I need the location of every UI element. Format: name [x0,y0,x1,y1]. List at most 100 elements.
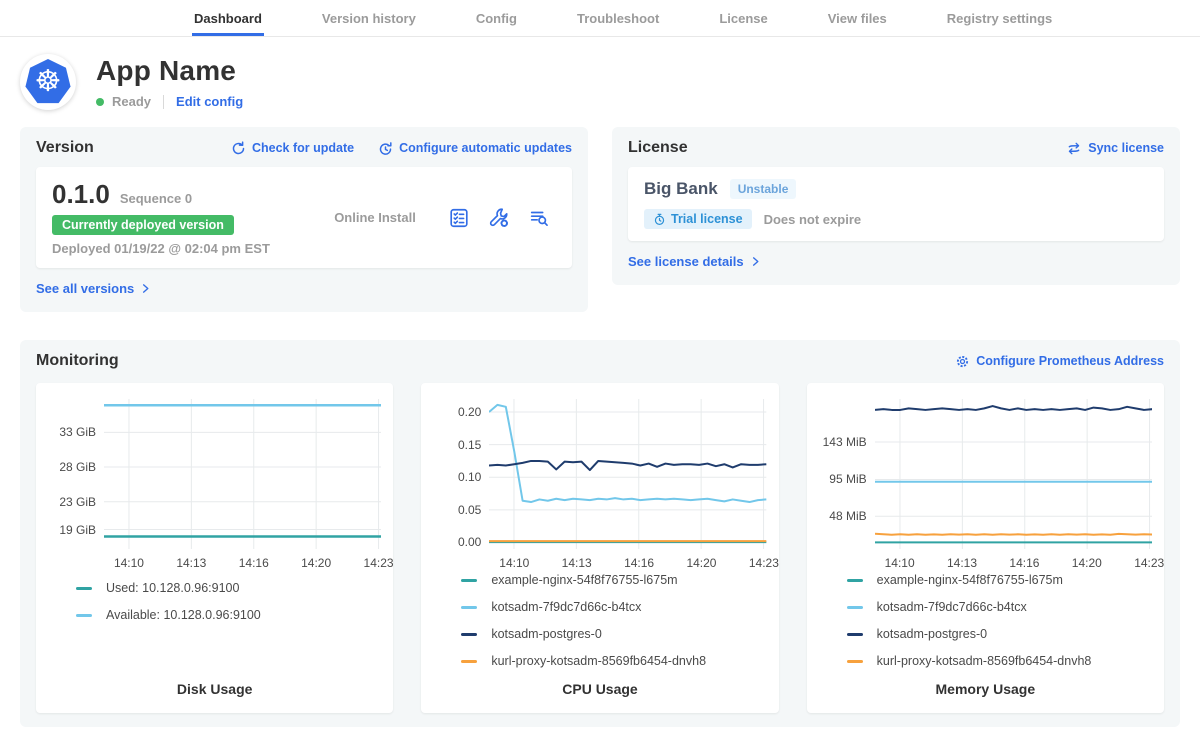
check-for-update-link[interactable]: Check for update [231,141,354,156]
chart-title: CPU Usage [433,681,766,699]
legend-label: example-nginx-54f8f76755-l675m [877,573,1063,587]
customer-name: Big Bank [644,179,718,199]
stopwatch-icon [653,213,666,226]
series-line [489,405,766,502]
x-tick-label: 14:16 [1009,556,1039,570]
legend-item: kotsadm-postgres-0 [847,627,1152,641]
y-tick-label: 0.05 [458,503,481,517]
tab-registry-settings[interactable]: Registry settings [945,0,1054,36]
y-tick-label: 95 MiB [829,472,866,486]
disk-usage-chart-card: 33 GiB28 GiB23 GiB19 GiB 14:1014:1314:16… [36,383,393,713]
y-tick-label: 0.20 [458,405,481,419]
y-tick-label: 143 MiB [823,435,867,449]
sync-license-link[interactable]: Sync license [1066,141,1164,156]
divider [163,95,164,109]
x-tick-label: 14:10 [114,556,144,570]
legend-item: kotsadm-7f9dc7d66c-b4tcx [847,600,1152,614]
kubernetes-icon: ☸ [25,59,71,105]
legend-label: kotsadm-postgres-0 [877,627,987,641]
legend-item: kurl-proxy-kotsadm-8569fb6454-dnvh8 [847,654,1152,668]
sync-icon [1066,141,1082,156]
x-tick-label: 14:20 [301,556,331,570]
refresh-icon [231,141,246,156]
edit-config-link[interactable]: Edit config [176,94,243,109]
see-license-details-link[interactable]: See license details [628,254,761,269]
x-tick-label: 14:13 [176,556,206,570]
memory-usage-chart-card: 143 MiB95 MiB48 MiB 14:1014:1314:1614:20… [807,383,1164,713]
status-text: Ready [112,94,151,109]
legend-item: Available: 10.128.0.96:9100 [76,608,381,622]
legend-dash-icon [76,587,92,590]
tab-troubleshoot[interactable]: Troubleshoot [575,0,661,36]
chart-plot[interactable] [104,399,381,549]
legend-dash-icon [847,633,863,636]
deployed-badge: Currently deployed version [52,215,234,235]
install-type-label: Online Install [302,210,448,225]
y-tick-label: 0.15 [458,438,481,452]
configure-automatic-updates-link[interactable]: Configure automatic updates [378,141,572,156]
tab-version-history[interactable]: Version history [320,0,418,36]
x-tick-label: 14:10 [499,556,529,570]
chart-legend: example-nginx-54f8f76755-l675m kotsadm-7f… [461,573,766,681]
legend-dash-icon [461,606,477,609]
version-card: Version Check for update Configure autom… [20,127,588,312]
legend-label: Available: 10.128.0.96:9100 [106,608,261,622]
series-line [489,461,766,470]
expiry-label: Does not expire [764,212,862,227]
legend-dash-icon [847,606,863,609]
y-tick-label: 19 GiB [59,523,96,537]
sequence-label: Sequence 0 [120,191,192,206]
legend-label: kurl-proxy-kotsadm-8569fb6454-dnvh8 [491,654,706,668]
x-tick-label: 14:13 [562,556,592,570]
tab-view-files[interactable]: View files [826,0,889,36]
y-tick-label: 0.10 [458,470,481,484]
tab-dashboard[interactable]: Dashboard [192,0,264,36]
legend-item: kurl-proxy-kotsadm-8569fb6454-dnvh8 [461,654,766,668]
chart-legend: example-nginx-54f8f76755-l675m kotsadm-7f… [847,573,1152,681]
tab-license[interactable]: License [717,0,769,36]
y-tick-label: 23 GiB [59,495,96,509]
version-number: 0.1.0 [52,179,110,210]
legend-label: kurl-proxy-kotsadm-8569fb6454-dnvh8 [877,654,1092,668]
deployed-timestamp: Deployed 01/19/22 @ 02:04 pm EST [52,241,302,256]
status-dot-icon [96,98,104,106]
license-card-title: License [628,139,688,157]
series-line [875,406,1152,410]
x-axis: 14:1014:1314:1614:2014:23 [104,549,381,571]
y-tick-label: 48 MiB [829,509,866,523]
legend-item: example-nginx-54f8f76755-l675m [461,573,766,587]
legend-dash-icon [847,579,863,582]
x-tick-label: 14:16 [239,556,269,570]
license-box: Big Bank Unstable Trial license Does not… [628,167,1164,241]
chart-svg [489,399,766,549]
deployed-version-box: 0.1.0 Sequence 0 Currently deployed vers… [36,167,572,268]
channel-badge: Unstable [730,179,797,199]
tab-config[interactable]: Config [474,0,519,36]
schedule-update-icon [378,141,393,156]
y-tick-label: 33 GiB [59,425,96,439]
chevron-right-icon [140,283,151,294]
legend-label: kotsadm-7f9dc7d66c-b4tcx [491,600,641,614]
y-tick-label: 0.00 [458,535,481,549]
x-tick-label: 14:20 [686,556,716,570]
config-wrench-icon[interactable] [488,207,510,229]
top-nav: Dashboard Version history Config Trouble… [0,0,1200,37]
view-logs-icon[interactable] [528,207,550,229]
configure-prometheus-link[interactable]: Configure Prometheus Address [955,354,1164,369]
license-card: License Sync license Big Bank Unstable [612,127,1180,285]
legend-item: kotsadm-postgres-0 [461,627,766,641]
app-logo: ☸ [20,54,76,110]
cpu-usage-chart-card: 0.200.150.100.050.00 14:1014:1314:1614:2… [421,383,778,713]
version-card-title: Version [36,139,94,157]
x-tick-label: 14:23 [749,556,779,570]
monitoring-title: Monitoring [36,352,119,370]
legend-dash-icon [76,614,92,617]
chart-plot[interactable] [875,399,1152,549]
legend-dash-icon [847,660,863,663]
preflight-checks-icon[interactable] [448,207,470,229]
see-all-versions-link[interactable]: See all versions [36,281,151,296]
legend-item: Used: 10.128.0.96:9100 [76,581,381,595]
legend-dash-icon [461,660,477,663]
chart-legend: Used: 10.128.0.96:9100 Available: 10.128.… [76,581,381,635]
chart-plot[interactable] [489,399,766,549]
